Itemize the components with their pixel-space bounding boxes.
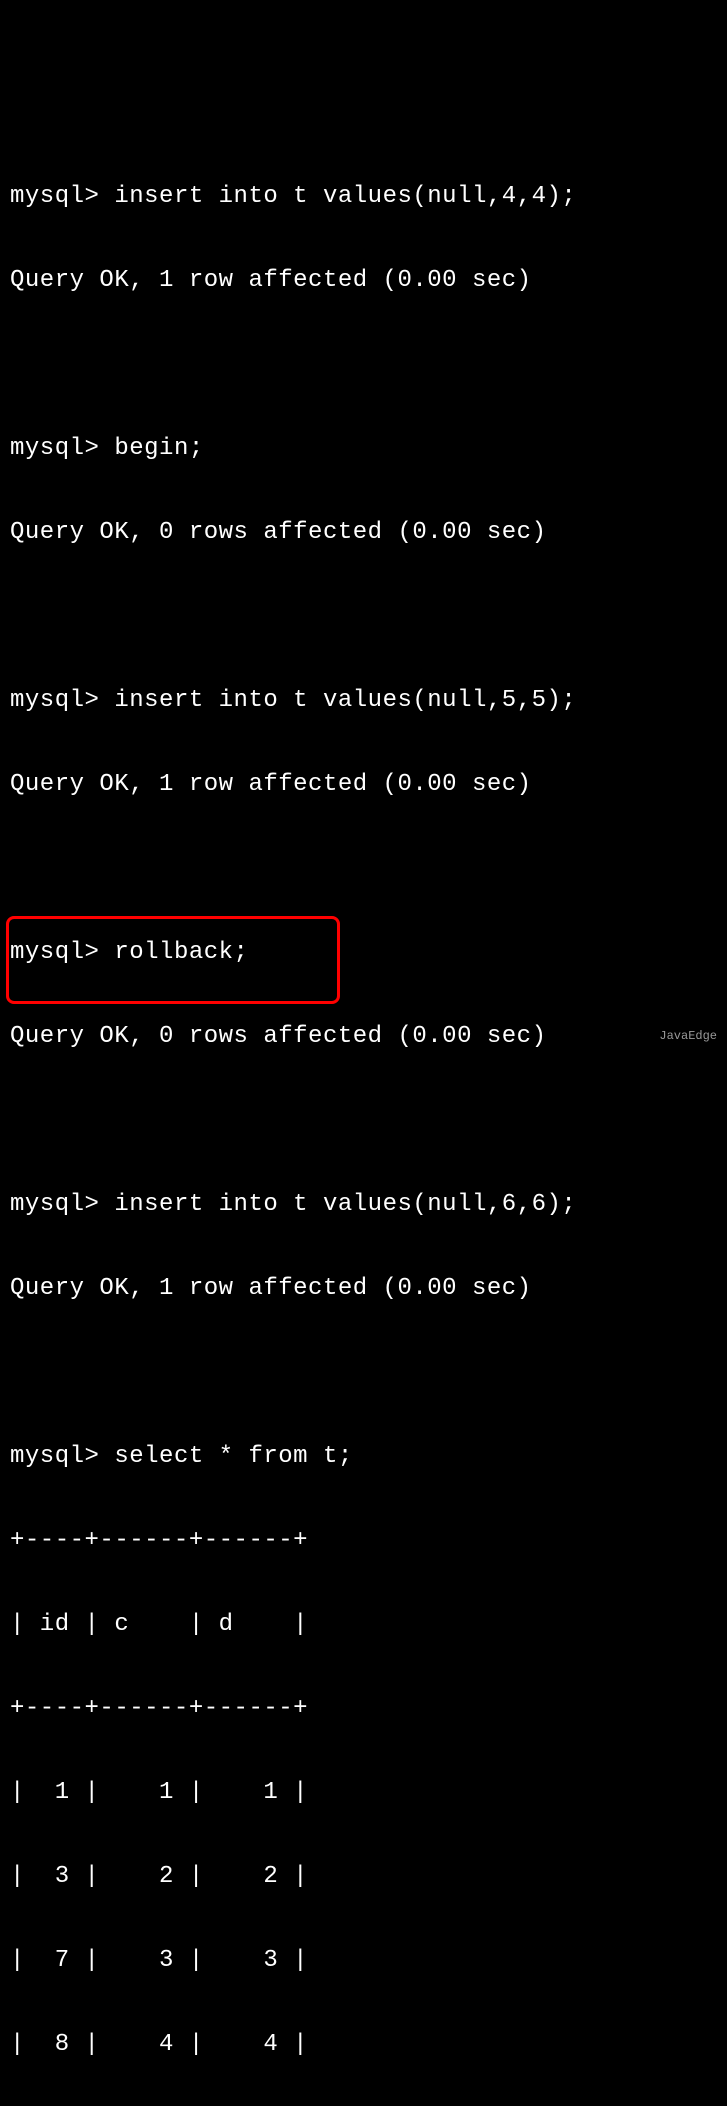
- command-text: rollback;: [114, 939, 248, 966]
- blank-line: [10, 848, 717, 890]
- command-text: begin;: [114, 435, 203, 462]
- terminal-line-resp-3: Query OK, 1 row affected (0.00 sec): [10, 764, 717, 806]
- prompt: mysql>: [10, 183, 99, 210]
- terminal-line-resp-5: Query OK, 1 row affected (0.00 sec): [10, 1268, 717, 1310]
- blank-line: [10, 344, 717, 386]
- prompt: mysql>: [10, 687, 99, 714]
- table-border-mid: +----+------+------+: [10, 1688, 717, 1730]
- table-row: | 3 | 2 | 2 |: [10, 1856, 717, 1898]
- blank-line: [10, 1352, 717, 1394]
- prompt: mysql>: [10, 1191, 99, 1218]
- terminal-line-cmd-4: mysql> rollback;: [10, 932, 717, 974]
- watermark-text: JavaEdge: [659, 1026, 717, 1047]
- terminal-line-resp-4: Query OK, 0 rows affected (0.00 sec): [10, 1016, 717, 1058]
- terminal-line-resp-2: Query OK, 0 rows affected (0.00 sec): [10, 512, 717, 554]
- table-border-top: +----+------+------+: [10, 1520, 717, 1562]
- terminal-line-cmd-5: mysql> insert into t values(null,6,6);: [10, 1184, 717, 1226]
- blank-line: [10, 596, 717, 638]
- table-header: | id | c | d |: [10, 1604, 717, 1646]
- prompt: mysql>: [10, 939, 99, 966]
- prompt: mysql>: [10, 435, 99, 462]
- table-row: | 1 | 1 | 1 |: [10, 1772, 717, 1814]
- table-row: | 8 | 4 | 4 |: [10, 2024, 717, 2066]
- command-text: insert into t values(null,4,4);: [114, 183, 576, 210]
- terminal-line-resp-1: Query OK, 1 row affected (0.00 sec): [10, 260, 717, 302]
- terminal-line-cmd-3: mysql> insert into t values(null,5,5);: [10, 680, 717, 722]
- command-text: select * from t;: [114, 1443, 352, 1470]
- prompt: mysql>: [10, 1443, 99, 1470]
- command-text: insert into t values(null,6,6);: [114, 1191, 576, 1218]
- table-row: | 7 | 3 | 3 |: [10, 1940, 717, 1982]
- terminal-line-cmd-1: mysql> insert into t values(null,4,4);: [10, 176, 717, 218]
- terminal-line-cmd-2: mysql> begin;: [10, 428, 717, 470]
- command-text: insert into t values(null,5,5);: [114, 687, 576, 714]
- terminal-line-cmd-6: mysql> select * from t;: [10, 1436, 717, 1478]
- blank-line: [10, 1100, 717, 1142]
